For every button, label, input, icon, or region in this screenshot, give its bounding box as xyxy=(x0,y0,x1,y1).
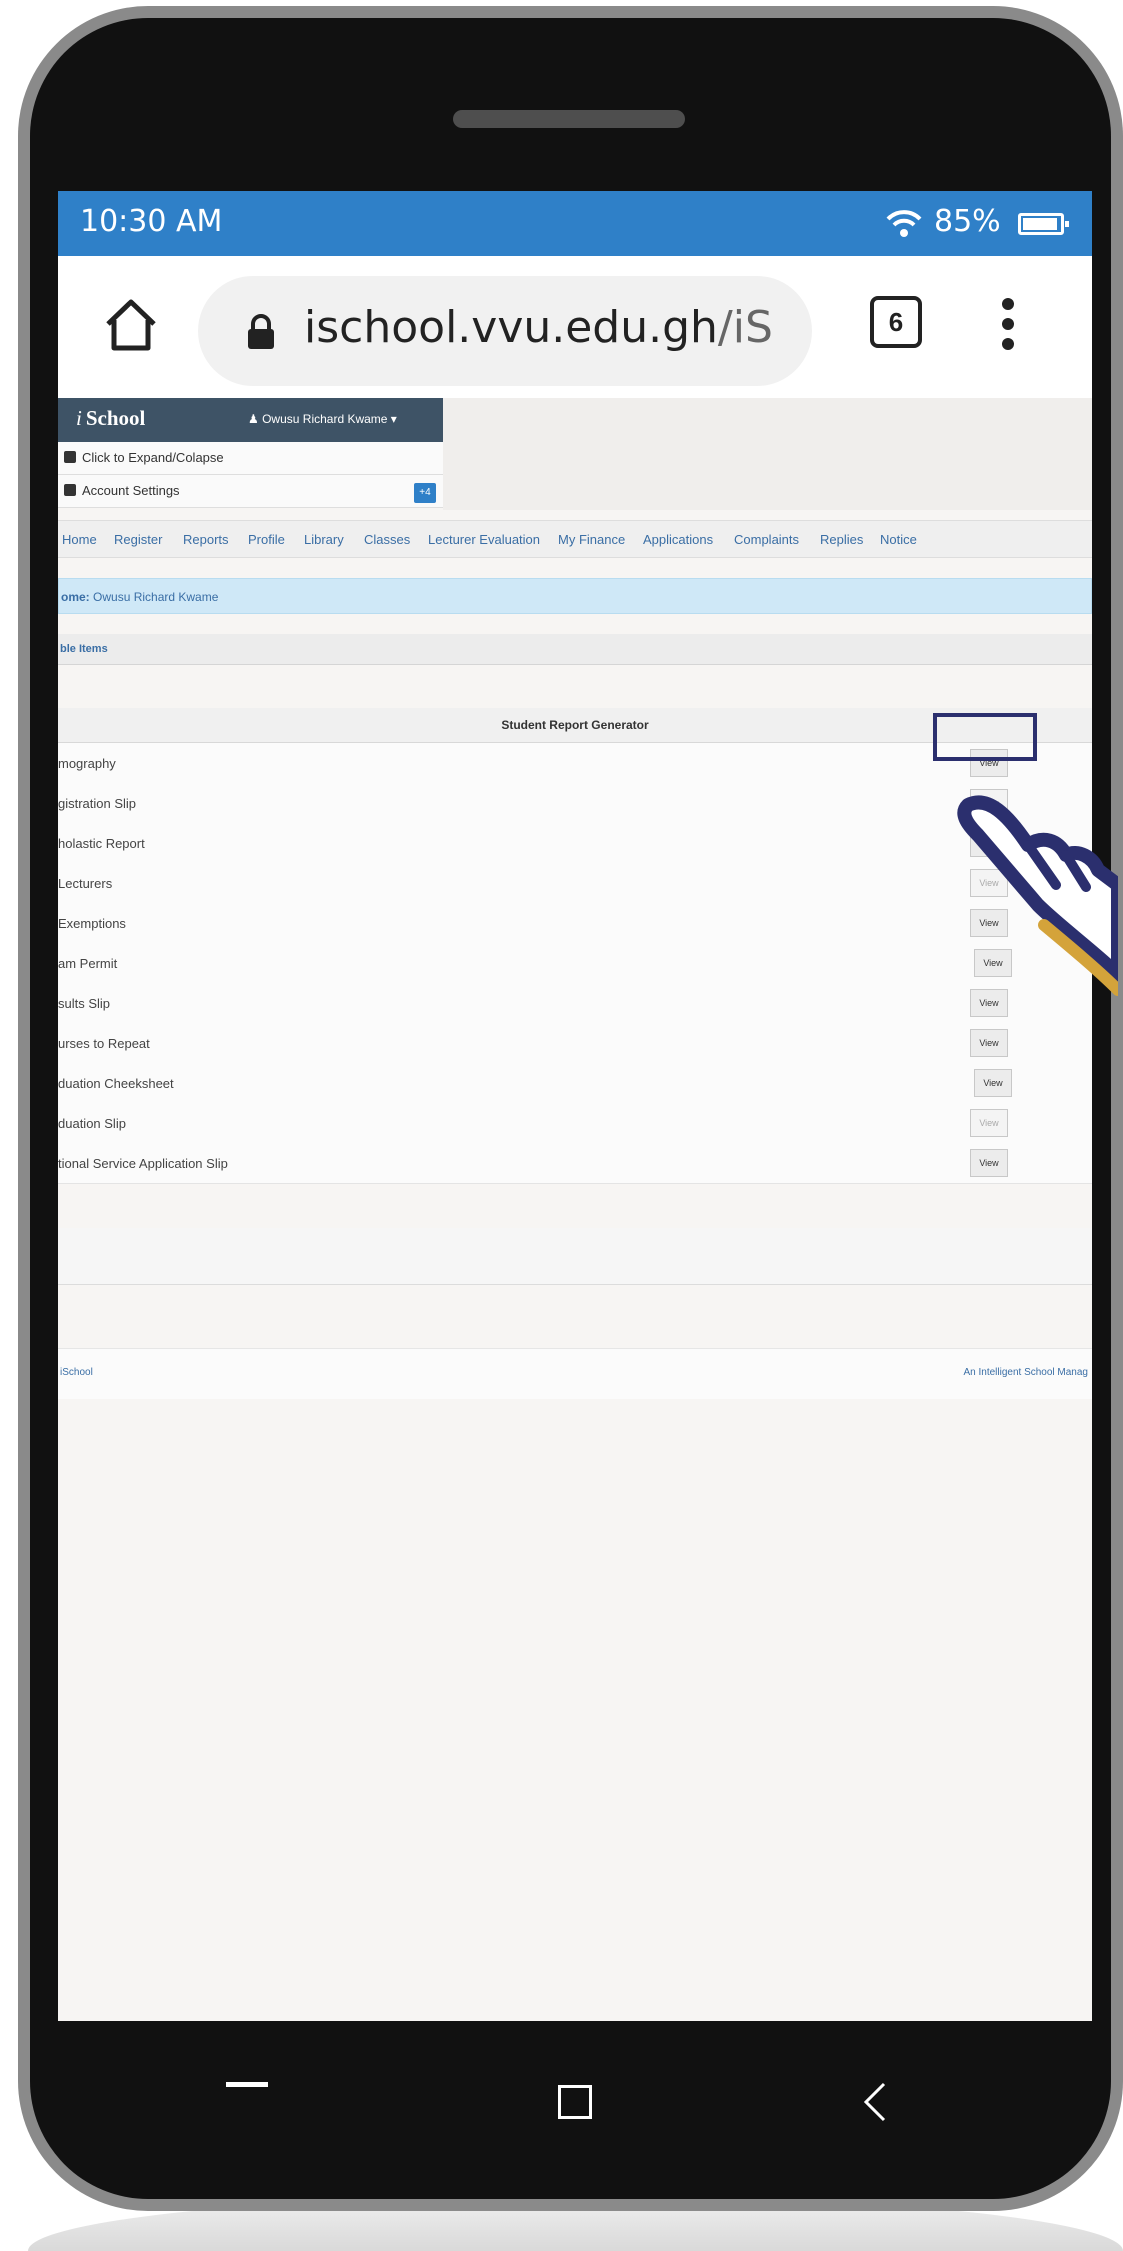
settings-icon xyxy=(64,484,76,496)
table-row: tional Service Application Slip View xyxy=(58,1143,1092,1184)
row-label: gistration Slip xyxy=(58,796,137,811)
available-items-header: ble Items xyxy=(58,634,1092,665)
row-label: urses to Repeat xyxy=(58,1036,150,1051)
url-path: /iStude xyxy=(717,302,774,353)
table-footer xyxy=(58,1228,1092,1285)
view-button[interactable]: View xyxy=(974,1069,1012,1097)
account-settings-item[interactable]: Account Settings +4 xyxy=(58,475,443,508)
user-menu[interactable]: ♟ Owusu Richard Kwame ▾ xyxy=(248,412,397,426)
status-time: 10:30 AM xyxy=(80,204,223,239)
wifi-icon xyxy=(886,210,922,237)
expand-collapse-item[interactable]: Click to Expand/Colapse xyxy=(58,442,443,475)
app-header: i School ♟ Owusu Richard Kwame ▾ xyxy=(58,398,443,442)
home-icon[interactable] xyxy=(102,296,160,354)
nav-register[interactable]: Register xyxy=(114,532,162,547)
nav-home[interactable]: Home xyxy=(62,532,97,547)
table-row: gistration SlipView xyxy=(58,783,1092,824)
url-text[interactable]: ischool.vvu.edu.gh/iStude xyxy=(304,302,774,353)
row-label: holastic Report xyxy=(58,836,145,851)
nav-library[interactable]: Library xyxy=(304,532,344,547)
home-button-icon[interactable] xyxy=(558,2085,592,2119)
table-row: urses to Repeat View xyxy=(58,1023,1092,1064)
browser-toolbar: ischool.vvu.edu.gh/iStude 6 xyxy=(58,256,1092,399)
url-host: ischool.vvu.edu.gh xyxy=(304,302,718,353)
table-row: Lecturers View xyxy=(58,863,1092,904)
nav-profile[interactable]: Profile xyxy=(248,532,285,547)
battery-percent: 85% xyxy=(934,204,1001,239)
header-background xyxy=(443,398,1092,510)
table-row: holastic ReportView xyxy=(58,823,1092,864)
tab-switcher-button[interactable]: 6 xyxy=(870,296,922,348)
user-icon: ♟ xyxy=(248,412,263,426)
row-label: am Permit xyxy=(58,956,118,971)
nav-applications[interactable]: Applications xyxy=(643,532,713,547)
nav-replies[interactable]: Replies xyxy=(820,532,863,547)
nav-reports[interactable]: Reports xyxy=(183,532,229,547)
row-label: Exemptions xyxy=(58,916,126,931)
web-content: i School ♟ Owusu Richard Kwame ▾ Click to… xyxy=(58,398,1092,2021)
notification-badge: +4 xyxy=(414,483,436,503)
welcome-banner: ome: Owusu Richard Kwame xyxy=(58,578,1092,614)
view-button[interactable]: View xyxy=(970,1109,1008,1137)
table-row: sults Slip View xyxy=(58,983,1092,1024)
row-label: duation Slip xyxy=(58,1116,126,1131)
status-bar: 10:30 AM 85% xyxy=(58,191,1092,256)
expand-collapse-label: Click to Expand/Colapse xyxy=(82,450,224,465)
nav-my-finance[interactable]: My Finance xyxy=(558,532,625,547)
account-settings-label: Account Settings xyxy=(82,483,180,498)
footer-tagline: An Intelligent School Manag xyxy=(963,1367,1088,1378)
brand-logo[interactable]: i School xyxy=(76,406,145,431)
phone-screen: 10:30 AM 85% ischool.vvu.edu.gh/iStude 6… xyxy=(58,191,1092,2021)
pointing-hand-icon xyxy=(957,795,1118,996)
footer-brand: iSchool xyxy=(60,1367,93,1378)
nav-lecturer-evaluation[interactable]: Lecturer Evaluation xyxy=(428,532,540,547)
row-label: sults Slip xyxy=(58,996,111,1011)
user-name: Owusu Richard Kwame ▾ xyxy=(262,412,397,426)
row-label: mography xyxy=(58,756,116,771)
nav-classes[interactable]: Classes xyxy=(364,532,410,547)
kebab-menu-icon[interactable] xyxy=(1002,298,1014,350)
available-items-label: ble Items xyxy=(60,643,108,655)
table-row: am Permit View xyxy=(58,943,1092,984)
table-row: Exemptions View xyxy=(58,903,1092,944)
dashboard-icon xyxy=(64,451,76,463)
recent-apps-icon[interactable] xyxy=(226,2082,268,2087)
highlight-box xyxy=(933,713,1037,761)
welcome-name: Owusu Richard Kwame xyxy=(93,590,219,604)
row-label: Lecturers xyxy=(58,876,113,891)
table-row: duation Cheeksheet View xyxy=(58,1063,1092,1104)
nav-complaints[interactable]: Complaints xyxy=(734,532,799,547)
page-footer: iSchool An Intelligent School Manag xyxy=(58,1348,1092,1399)
view-button[interactable]: View xyxy=(970,1149,1008,1177)
welcome-prefix: ome: xyxy=(61,590,90,604)
row-label: duation Cheeksheet xyxy=(58,1076,174,1091)
nav-notice[interactable]: Notice xyxy=(880,532,917,547)
phone-speaker xyxy=(453,110,685,128)
table-row: duation Slip View xyxy=(58,1103,1092,1144)
battery-icon xyxy=(1018,213,1069,235)
address-bar[interactable]: ischool.vvu.edu.gh/iStude xyxy=(198,276,812,386)
row-label: tional Service Application Slip xyxy=(58,1156,228,1171)
main-nav: Home Register Reports Profile Library Cl… xyxy=(58,520,1092,558)
back-icon[interactable] xyxy=(860,2080,890,2124)
lock-icon xyxy=(248,314,274,349)
view-button[interactable]: View xyxy=(970,1029,1008,1057)
